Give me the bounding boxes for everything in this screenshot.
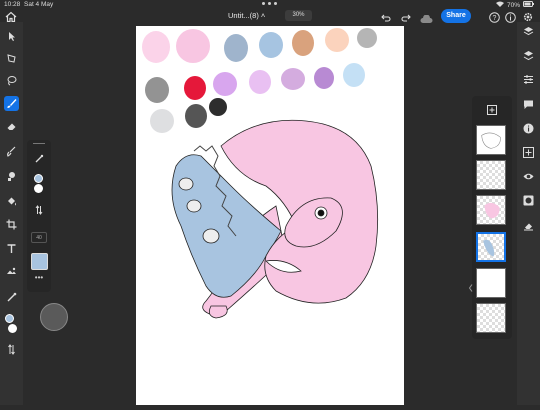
palette-swatch	[357, 28, 377, 48]
smudge-icon[interactable]	[4, 144, 19, 159]
palette-swatch	[259, 32, 283, 58]
layers-panel	[472, 96, 512, 339]
brush-size-value[interactable]: 40	[31, 232, 47, 243]
brush-size-preview[interactable]	[40, 303, 68, 331]
brush-icon[interactable]	[4, 96, 19, 111]
swap-colors-icon[interactable]	[4, 342, 19, 357]
brush-foreground-color[interactable]	[34, 174, 43, 183]
palette-swatch	[224, 34, 248, 62]
layer-thumbnail-empty-1[interactable]	[476, 160, 506, 190]
palette-swatch	[281, 68, 305, 90]
crop-icon[interactable]	[4, 217, 19, 232]
multitask-dots[interactable]	[262, 2, 277, 5]
place-image-icon[interactable]	[4, 264, 19, 279]
panel-grip[interactable]	[33, 143, 45, 144]
layer-thumbnail-pink[interactable]	[476, 195, 506, 225]
brush-settings-panel: 40 •••	[27, 140, 51, 292]
settings-gear-icon[interactable]	[522, 10, 534, 22]
palette-swatch	[185, 104, 207, 128]
clone-icon[interactable]	[4, 169, 19, 184]
share-button[interactable]: Share	[441, 9, 471, 23]
add-layer-icon[interactable]	[522, 146, 535, 159]
palette-swatch	[213, 72, 237, 96]
creature-drawing	[171, 119, 379, 319]
svg-text:?: ?	[493, 15, 497, 22]
text-icon[interactable]	[4, 241, 19, 256]
brush-background-color[interactable]	[34, 184, 43, 193]
palette-swatch	[249, 70, 271, 94]
palette-swatch	[145, 77, 169, 103]
mask-icon[interactable]	[522, 194, 535, 207]
palette-swatch	[314, 67, 334, 89]
zoom-level[interactable]: 30%	[285, 10, 312, 21]
add-layer-plus-icon[interactable]	[487, 102, 497, 115]
brush-swap-icon[interactable]	[31, 203, 47, 217]
layer-thumbnail-empty-2[interactable]	[476, 303, 506, 333]
help-icon[interactable]: ?	[489, 10, 500, 23]
palette-swatch	[142, 31, 170, 63]
palette-swatch	[184, 76, 206, 100]
info-icon[interactable]	[505, 10, 516, 23]
comments-icon[interactable]	[522, 98, 535, 111]
adjustments-icon[interactable]	[522, 73, 535, 86]
info-circle-icon[interactable]	[522, 122, 535, 135]
right-toolbar	[517, 22, 540, 405]
layer-thumbnail-blue[interactable]	[476, 232, 506, 262]
palette-swatch	[343, 63, 365, 87]
fill-icon[interactable]	[4, 194, 19, 209]
transform-icon[interactable]	[4, 51, 19, 66]
artwork	[142, 28, 379, 319]
drawing-canvas[interactable]	[136, 26, 404, 405]
eyedropper-icon[interactable]	[4, 290, 19, 305]
lasso-icon[interactable]	[4, 73, 19, 88]
layer-properties-icon[interactable]	[522, 49, 535, 62]
brush-eyedropper-icon[interactable]	[31, 152, 47, 166]
palette-swatch	[209, 98, 227, 116]
brush-color-swatch[interactable]	[31, 253, 48, 270]
undo-icon[interactable]	[381, 10, 391, 22]
cloud-sync-icon[interactable]	[420, 11, 433, 23]
foreground-color-swatch[interactable]	[5, 314, 14, 323]
redo-icon[interactable]	[401, 10, 411, 22]
brush-more-button[interactable]: •••	[31, 274, 47, 283]
collapse-layers-arrow-icon[interactable]	[468, 279, 473, 292]
document-title[interactable]: Untit...(8) ˄	[228, 11, 265, 20]
layers-icon[interactable]	[522, 25, 535, 38]
layer-thumbnail-sketch[interactable]	[476, 125, 506, 155]
layer-thumbnail-white[interactable]	[476, 268, 506, 298]
palette-swatch	[176, 29, 210, 63]
eraser-icon[interactable]	[4, 119, 19, 134]
home-icon[interactable]	[5, 10, 17, 23]
palette-swatch	[292, 30, 314, 56]
clear-icon[interactable]	[522, 219, 535, 232]
visibility-eye-icon[interactable]	[522, 170, 535, 183]
select-arrow-icon[interactable]	[4, 29, 19, 44]
background-color-swatch[interactable]	[8, 324, 17, 333]
left-toolbar	[0, 22, 23, 405]
color-palette	[142, 28, 377, 133]
palette-swatch	[150, 109, 174, 133]
top-bar: Untit...(8) ˄ 30% Share ?	[0, 7, 540, 25]
palette-swatch	[325, 28, 349, 52]
